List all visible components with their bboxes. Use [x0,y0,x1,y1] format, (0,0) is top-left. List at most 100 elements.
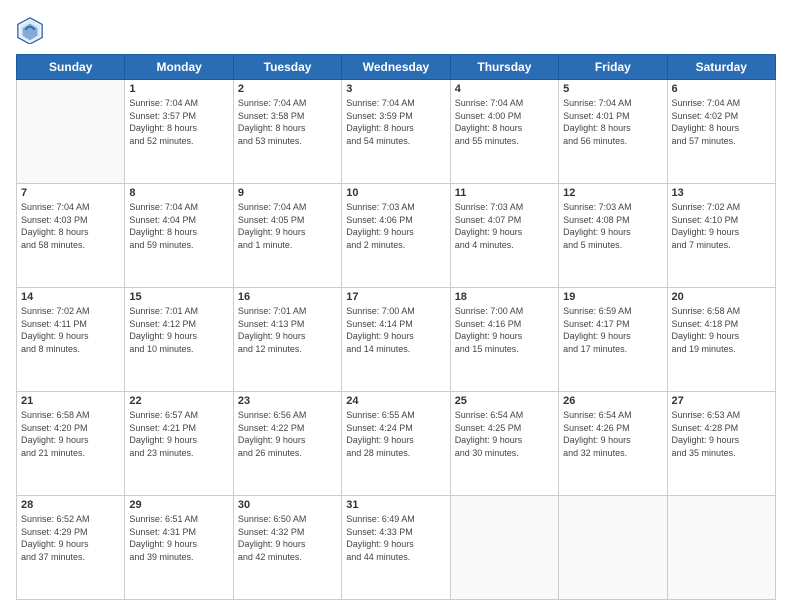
calendar-cell: 12 Sunrise: 7:03 AM Sunset: 4:08 PM Dayli… [559,184,667,288]
day-info: Sunrise: 6:52 AM Sunset: 4:29 PM Dayligh… [21,513,120,563]
calendar-cell: 4 Sunrise: 7:04 AM Sunset: 4:00 PM Daylig… [450,80,558,184]
day-number: 1 [129,83,228,95]
day-info: Sunrise: 7:03 AM Sunset: 4:07 PM Dayligh… [455,201,554,251]
day-info: Sunrise: 7:04 AM Sunset: 3:57 PM Dayligh… [129,97,228,147]
day-number: 22 [129,395,228,407]
calendar-cell [559,496,667,600]
day-number: 10 [346,187,445,199]
day-info: Sunrise: 7:02 AM Sunset: 4:10 PM Dayligh… [672,201,771,251]
calendar-cell: 14 Sunrise: 7:02 AM Sunset: 4:11 PM Dayli… [17,288,125,392]
day-number: 23 [238,395,337,407]
day-info: Sunrise: 7:04 AM Sunset: 4:04 PM Dayligh… [129,201,228,251]
calendar-cell: 2 Sunrise: 7:04 AM Sunset: 3:58 PM Daylig… [233,80,341,184]
day-number: 20 [672,291,771,303]
day-number: 3 [346,83,445,95]
day-info: Sunrise: 6:54 AM Sunset: 4:26 PM Dayligh… [563,409,662,459]
day-info: Sunrise: 6:57 AM Sunset: 4:21 PM Dayligh… [129,409,228,459]
page: SundayMondayTuesdayWednesdayThursdayFrid… [0,0,792,612]
weekday-header-wednesday: Wednesday [342,55,450,80]
day-number: 25 [455,395,554,407]
day-number: 24 [346,395,445,407]
day-number: 5 [563,83,662,95]
day-info: Sunrise: 7:01 AM Sunset: 4:13 PM Dayligh… [238,305,337,355]
day-info: Sunrise: 6:58 AM Sunset: 4:20 PM Dayligh… [21,409,120,459]
calendar-cell: 6 Sunrise: 7:04 AM Sunset: 4:02 PM Daylig… [667,80,775,184]
weekday-header-friday: Friday [559,55,667,80]
day-number: 29 [129,499,228,511]
weekday-header-sunday: Sunday [17,55,125,80]
weekday-header-tuesday: Tuesday [233,55,341,80]
calendar-cell: 10 Sunrise: 7:03 AM Sunset: 4:06 PM Dayli… [342,184,450,288]
calendar-table: SundayMondayTuesdayWednesdayThursdayFrid… [16,54,776,600]
day-info: Sunrise: 6:51 AM Sunset: 4:31 PM Dayligh… [129,513,228,563]
day-info: Sunrise: 7:03 AM Sunset: 4:06 PM Dayligh… [346,201,445,251]
day-number: 9 [238,187,337,199]
day-info: Sunrise: 6:59 AM Sunset: 4:17 PM Dayligh… [563,305,662,355]
day-info: Sunrise: 6:56 AM Sunset: 4:22 PM Dayligh… [238,409,337,459]
day-info: Sunrise: 7:04 AM Sunset: 4:00 PM Dayligh… [455,97,554,147]
day-info: Sunrise: 7:04 AM Sunset: 4:01 PM Dayligh… [563,97,662,147]
calendar-cell: 9 Sunrise: 7:04 AM Sunset: 4:05 PM Daylig… [233,184,341,288]
calendar-cell: 31Sunrise: 6:49 AM Sunset: 4:33 PM Dayli… [342,496,450,600]
calendar-week-3: 21 Sunrise: 6:58 AM Sunset: 4:20 PM Dayli… [17,392,776,496]
weekday-header-saturday: Saturday [667,55,775,80]
day-info: Sunrise: 6:54 AM Sunset: 4:25 PM Dayligh… [455,409,554,459]
day-number: 30 [238,499,337,511]
day-number: 13 [672,187,771,199]
calendar-cell [17,80,125,184]
calendar-cell: 15Sunrise: 7:01 AM Sunset: 4:12 PM Dayli… [125,288,233,392]
calendar-cell [667,496,775,600]
day-number: 4 [455,83,554,95]
calendar-cell: 17Sunrise: 7:00 AM Sunset: 4:14 PM Dayli… [342,288,450,392]
day-info: Sunrise: 7:02 AM Sunset: 4:11 PM Dayligh… [21,305,120,355]
calendar-cell: 3 Sunrise: 7:04 AM Sunset: 3:59 PM Daylig… [342,80,450,184]
calendar-cell: 29 Sunrise: 6:51 AM Sunset: 4:31 PM Dayli… [125,496,233,600]
header [16,16,776,44]
calendar-week-2: 14 Sunrise: 7:02 AM Sunset: 4:11 PM Dayli… [17,288,776,392]
calendar-week-0: 1 Sunrise: 7:04 AM Sunset: 3:57 PM Daylig… [17,80,776,184]
calendar-cell: 16 Sunrise: 7:01 AM Sunset: 4:13 PM Dayli… [233,288,341,392]
day-info: Sunrise: 7:04 AM Sunset: 4:03 PM Dayligh… [21,201,120,251]
calendar-cell: 1 Sunrise: 7:04 AM Sunset: 3:57 PM Daylig… [125,80,233,184]
calendar-cell: 13 Sunrise: 7:02 AM Sunset: 4:10 PM Dayli… [667,184,775,288]
day-info: Sunrise: 7:04 AM Sunset: 3:59 PM Dayligh… [346,97,445,147]
day-number: 17 [346,291,445,303]
calendar-cell: 23 Sunrise: 6:56 AM Sunset: 4:22 PM Dayli… [233,392,341,496]
calendar-cell: 27Sunrise: 6:53 AM Sunset: 4:28 PM Dayli… [667,392,775,496]
day-info: Sunrise: 7:00 AM Sunset: 4:16 PM Dayligh… [455,305,554,355]
calendar-cell: 19Sunrise: 6:59 AM Sunset: 4:17 PM Dayli… [559,288,667,392]
logo-icon [16,16,44,44]
day-info: Sunrise: 7:04 AM Sunset: 4:05 PM Dayligh… [238,201,337,251]
day-number: 28 [21,499,120,511]
day-info: Sunrise: 6:49 AM Sunset: 4:33 PM Dayligh… [346,513,445,563]
day-number: 8 [129,187,228,199]
calendar-cell: 22 Sunrise: 6:57 AM Sunset: 4:21 PM Dayli… [125,392,233,496]
day-info: Sunrise: 6:55 AM Sunset: 4:24 PM Dayligh… [346,409,445,459]
calendar-cell: 25 Sunrise: 6:54 AM Sunset: 4:25 PM Dayli… [450,392,558,496]
calendar-cell: 8 Sunrise: 7:04 AM Sunset: 4:04 PM Daylig… [125,184,233,288]
day-number: 26 [563,395,662,407]
calendar-cell: 5 Sunrise: 7:04 AM Sunset: 4:01 PM Daylig… [559,80,667,184]
day-number: 12 [563,187,662,199]
day-number: 21 [21,395,120,407]
calendar-cell: 18 Sunrise: 7:00 AM Sunset: 4:16 PM Dayli… [450,288,558,392]
day-number: 14 [21,291,120,303]
calendar-header: SundayMondayTuesdayWednesdayThursdayFrid… [17,55,776,80]
day-info: Sunrise: 7:03 AM Sunset: 4:08 PM Dayligh… [563,201,662,251]
day-number: 7 [21,187,120,199]
day-info: Sunrise: 7:04 AM Sunset: 4:02 PM Dayligh… [672,97,771,147]
day-number: 6 [672,83,771,95]
calendar-cell: 21 Sunrise: 6:58 AM Sunset: 4:20 PM Dayli… [17,392,125,496]
calendar-cell: 11Sunrise: 7:03 AM Sunset: 4:07 PM Dayli… [450,184,558,288]
weekday-header-monday: Monday [125,55,233,80]
logo [16,16,48,44]
calendar-cell: 20Sunrise: 6:58 AM Sunset: 4:18 PM Dayli… [667,288,775,392]
calendar-cell: 24 Sunrise: 6:55 AM Sunset: 4:24 PM Dayli… [342,392,450,496]
day-info: Sunrise: 7:04 AM Sunset: 3:58 PM Dayligh… [238,97,337,147]
day-info: Sunrise: 6:50 AM Sunset: 4:32 PM Dayligh… [238,513,337,563]
day-number: 16 [238,291,337,303]
day-number: 18 [455,291,554,303]
calendar-cell: 28 Sunrise: 6:52 AM Sunset: 4:29 PM Dayli… [17,496,125,600]
day-number: 2 [238,83,337,95]
day-number: 27 [672,395,771,407]
